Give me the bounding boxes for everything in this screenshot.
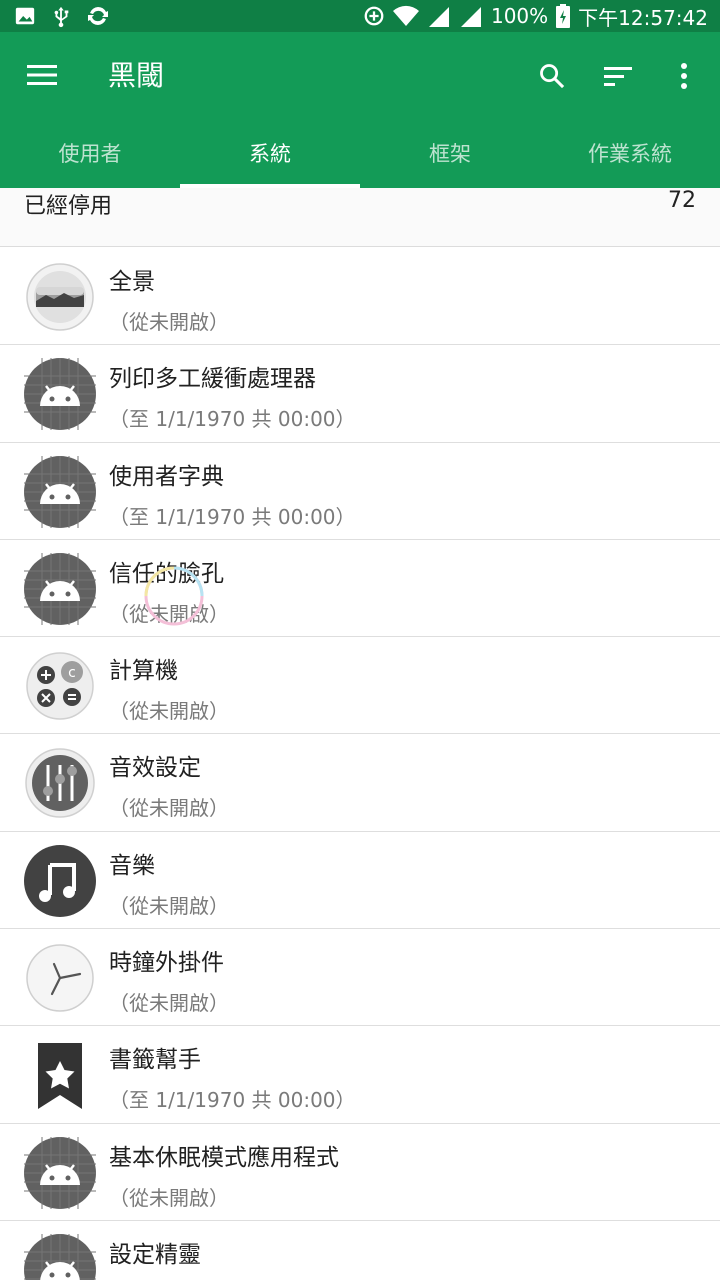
signal-icon-2 — [459, 5, 483, 27]
tab-users[interactable]: 使用者 — [0, 118, 180, 188]
section-header[interactable]: 已經停用 72 — [0, 188, 720, 247]
calculator-icon: c — [24, 650, 96, 722]
android-icon — [24, 1233, 96, 1280]
list-item[interactable]: 使用者字典 （至 1/1/1970 共 00:00） — [0, 443, 720, 540]
app-status: （至 1/1/1970 共 00:00） — [109, 1088, 356, 1113]
app-status: （從未開啟） — [109, 796, 229, 821]
clock-icon — [24, 942, 96, 1014]
app-name: 設定精靈 — [109, 1241, 201, 1268]
list-item[interactable]: 時鐘外掛件 （從未開啟） — [0, 929, 720, 1027]
app-name: 全景 — [109, 269, 155, 295]
wifi-icon — [392, 5, 419, 27]
android-icon — [24, 552, 96, 625]
list-item[interactable]: 基本休眠模式應用程式 （從未開啟） — [0, 1124, 720, 1221]
more-vert-icon — [681, 63, 687, 89]
more-options-button[interactable] — [662, 54, 706, 98]
list-item[interactable]: 設定精靈 — [0, 1221, 720, 1280]
list-item[interactable]: 全景 （從未開啟） — [0, 248, 720, 346]
app-name: 基本休眠模式應用程式 — [109, 1144, 339, 1171]
tab-os[interactable]: 作業系統 — [540, 118, 720, 188]
list-item[interactable]: 音樂 （從未開啟） — [0, 832, 720, 930]
battery-icon — [556, 4, 571, 28]
list-item[interactable]: 信任的臉孔 （從未開啟） — [0, 540, 720, 638]
clock-time: 下午12:57:42 — [578, 5, 708, 30]
svg-text:c: c — [68, 665, 76, 681]
sort-icon — [604, 67, 632, 86]
list-item[interactable]: 列印多工緩衝處理器 （至 1/1/1970 共 00:00） — [0, 345, 720, 443]
section-count: 72 — [668, 188, 696, 213]
tab-system[interactable]: 系統 — [180, 118, 360, 188]
app-list: 全景 （從未開啟） 列印多工緩衝處理器 （至 1/1/1970 共 00:00） — [0, 248, 720, 1280]
music-icon — [24, 844, 96, 917]
sort-button[interactable] — [596, 54, 640, 98]
list-item[interactable]: 音效設定 （從未開啟） — [0, 734, 720, 832]
app-name: 使用者字典 — [109, 463, 224, 490]
app-status: （從未開啟） — [109, 310, 229, 334]
android-icon — [24, 358, 96, 431]
app-name: 音效設定 — [109, 755, 201, 782]
app-status: （從未開啟） — [109, 893, 229, 918]
app-status: （從未開啟） — [109, 699, 229, 724]
panorama-icon — [24, 261, 96, 333]
usb-icon — [50, 4, 72, 28]
app-name: 書籤幫手 — [109, 1047, 201, 1074]
data-saver-icon — [363, 5, 385, 27]
tab-bar: 使用者 系統 框架 作業系統 — [0, 118, 720, 188]
list-item[interactable]: 書籤幫手 （至 1/1/1970 共 00:00） — [0, 1026, 720, 1124]
signal-icon — [427, 5, 451, 27]
app-status: （從未開啟） — [109, 991, 229, 1016]
app-title: 黑閾 — [108, 59, 165, 92]
status-bar: 100% 下午12:57:42 — [0, 0, 720, 32]
search-button[interactable] — [530, 54, 574, 98]
sync-icon — [86, 4, 110, 28]
menu-button[interactable] — [22, 58, 62, 92]
section-label: 已經停用 — [24, 194, 113, 219]
app-name: 音樂 — [109, 852, 155, 879]
search-icon — [540, 64, 565, 89]
list-item[interactable]: c 計算機 （從未開啟） — [0, 637, 720, 735]
android-icon — [24, 1136, 96, 1209]
app-status: （至 1/1/1970 共 00:00） — [109, 407, 356, 432]
app-name: 時鐘外掛件 — [109, 950, 224, 977]
bookmark-icon — [24, 1039, 96, 1111]
battery-percent: 100% — [490, 4, 549, 28]
app-bar: 黑閾 使用者 系統 框架 作業系統 — [0, 32, 720, 188]
image-icon — [14, 5, 36, 27]
hamburger-menu-icon — [27, 65, 57, 85]
tab-framework[interactable]: 框架 — [360, 118, 540, 188]
toolbar: 黑閾 — [0, 32, 720, 118]
app-status: （從未開啟） — [109, 1185, 229, 1210]
equalizer-icon — [24, 747, 96, 819]
app-name: 計算機 — [109, 658, 178, 685]
android-icon — [24, 455, 96, 528]
app-name: 列印多工緩衝處理器 — [109, 366, 316, 393]
loading-spinner — [140, 562, 204, 626]
app-status: （至 1/1/1970 共 00:00） — [109, 504, 356, 529]
